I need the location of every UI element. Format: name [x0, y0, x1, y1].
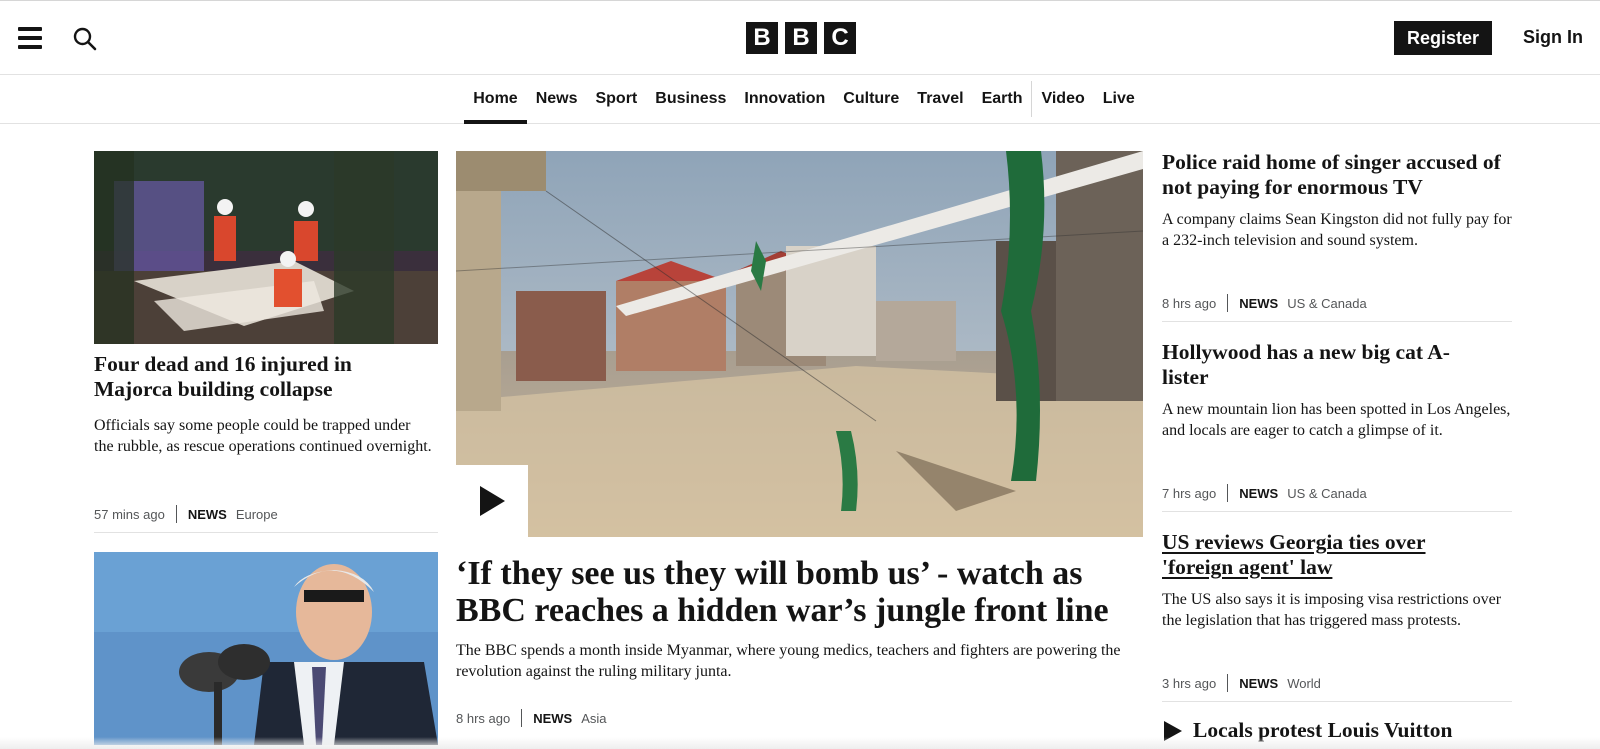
- nav-item-news[interactable]: News: [527, 75, 587, 124]
- meta-divider: [1227, 484, 1229, 502]
- top-header: B B C Register Sign In: [0, 0, 1600, 75]
- divider: [1162, 701, 1512, 702]
- story-meta: 7 hrs ago NEWS US & Canada: [1162, 484, 1367, 502]
- main-nav: Home News Sport Business Innovation Cult…: [0, 75, 1600, 124]
- nav-item-video[interactable]: Video: [1032, 75, 1093, 124]
- category-label: NEWS: [1239, 675, 1279, 691]
- sign-in-link[interactable]: Sign In: [1523, 27, 1583, 48]
- story-headline[interactable]: Police raid home of singer accused of no…: [1162, 150, 1502, 200]
- divider: [94, 532, 438, 533]
- meta-divider: [1227, 294, 1229, 312]
- category-label: NEWS: [1239, 295, 1279, 311]
- lead-story-headline[interactable]: ‘If they see us they will bomb us’ - wat…: [456, 555, 1146, 629]
- timestamp: 8 hrs ago: [1162, 295, 1217, 311]
- nav-item-business[interactable]: Business: [646, 75, 735, 124]
- story-image-rescue[interactable]: [94, 151, 438, 344]
- region-link[interactable]: Asia: [581, 711, 606, 726]
- story-summary: A new mountain lion has been spotted in …: [1162, 401, 1511, 439]
- scroll-fade: [0, 737, 1600, 749]
- nav-item-earth[interactable]: Earth: [973, 75, 1032, 124]
- nav-item-live[interactable]: Live: [1094, 75, 1144, 124]
- search-icon[interactable]: [72, 26, 98, 52]
- lead-story-meta: 8 hrs ago NEWS Asia: [456, 709, 607, 727]
- play-icon: [480, 486, 505, 516]
- divider: [1162, 321, 1512, 322]
- region-link[interactable]: World: [1287, 676, 1321, 691]
- lead-story-image[interactable]: [456, 151, 1143, 537]
- story-summary: The US also says it is imposing visa res…: [1162, 591, 1502, 629]
- divider: [1162, 511, 1512, 512]
- nav-item-home[interactable]: Home: [464, 75, 528, 124]
- category-label: NEWS: [187, 506, 227, 522]
- logo-letter: B: [785, 22, 817, 54]
- timestamp: 57 mins ago: [94, 506, 165, 522]
- story-meta: 3 hrs ago NEWS World: [1162, 674, 1321, 692]
- story-summary: Officials say some people could be trapp…: [94, 417, 432, 455]
- region-link[interactable]: US & Canada: [1287, 486, 1367, 501]
- nav-item-culture[interactable]: Culture: [834, 75, 908, 124]
- category-label: NEWS: [533, 710, 573, 726]
- story-meta: 57 mins ago NEWS Europe: [94, 505, 278, 523]
- timestamp: 8 hrs ago: [456, 710, 511, 726]
- nav-item-sport[interactable]: Sport: [586, 75, 646, 124]
- meta-divider: [1227, 674, 1229, 692]
- play-video-button[interactable]: [456, 465, 528, 537]
- timestamp: 3 hrs ago: [1162, 675, 1217, 691]
- story-headline[interactable]: Four dead and 16 injured in Majorca buil…: [94, 352, 394, 402]
- logo-letter: B: [746, 22, 778, 54]
- region-link[interactable]: Europe: [236, 507, 278, 522]
- story-image-biden[interactable]: [94, 552, 438, 745]
- nav-item-travel[interactable]: Travel: [908, 75, 972, 124]
- timestamp: 7 hrs ago: [1162, 485, 1217, 501]
- register-button[interactable]: Register: [1394, 21, 1492, 55]
- logo-letter: C: [824, 22, 856, 54]
- lead-story-summary: The BBC spends a month inside Myanmar, w…: [456, 642, 1121, 680]
- meta-divider: [175, 505, 177, 523]
- story-meta: 8 hrs ago NEWS US & Canada: [1162, 294, 1367, 312]
- story-summary: A company claims Sean Kingston did not f…: [1162, 211, 1512, 249]
- story-headline[interactable]: US reviews Georgia ties over 'foreign ag…: [1162, 530, 1472, 580]
- story-headline[interactable]: Hollywood has a new big cat A-lister: [1162, 340, 1492, 390]
- bbc-logo[interactable]: B B C: [746, 22, 856, 54]
- region-link[interactable]: US & Canada: [1287, 296, 1367, 311]
- meta-divider: [521, 709, 523, 727]
- category-label: NEWS: [1239, 485, 1279, 501]
- nav-item-innovation[interactable]: Innovation: [735, 75, 834, 124]
- menu-icon[interactable]: [18, 27, 42, 49]
